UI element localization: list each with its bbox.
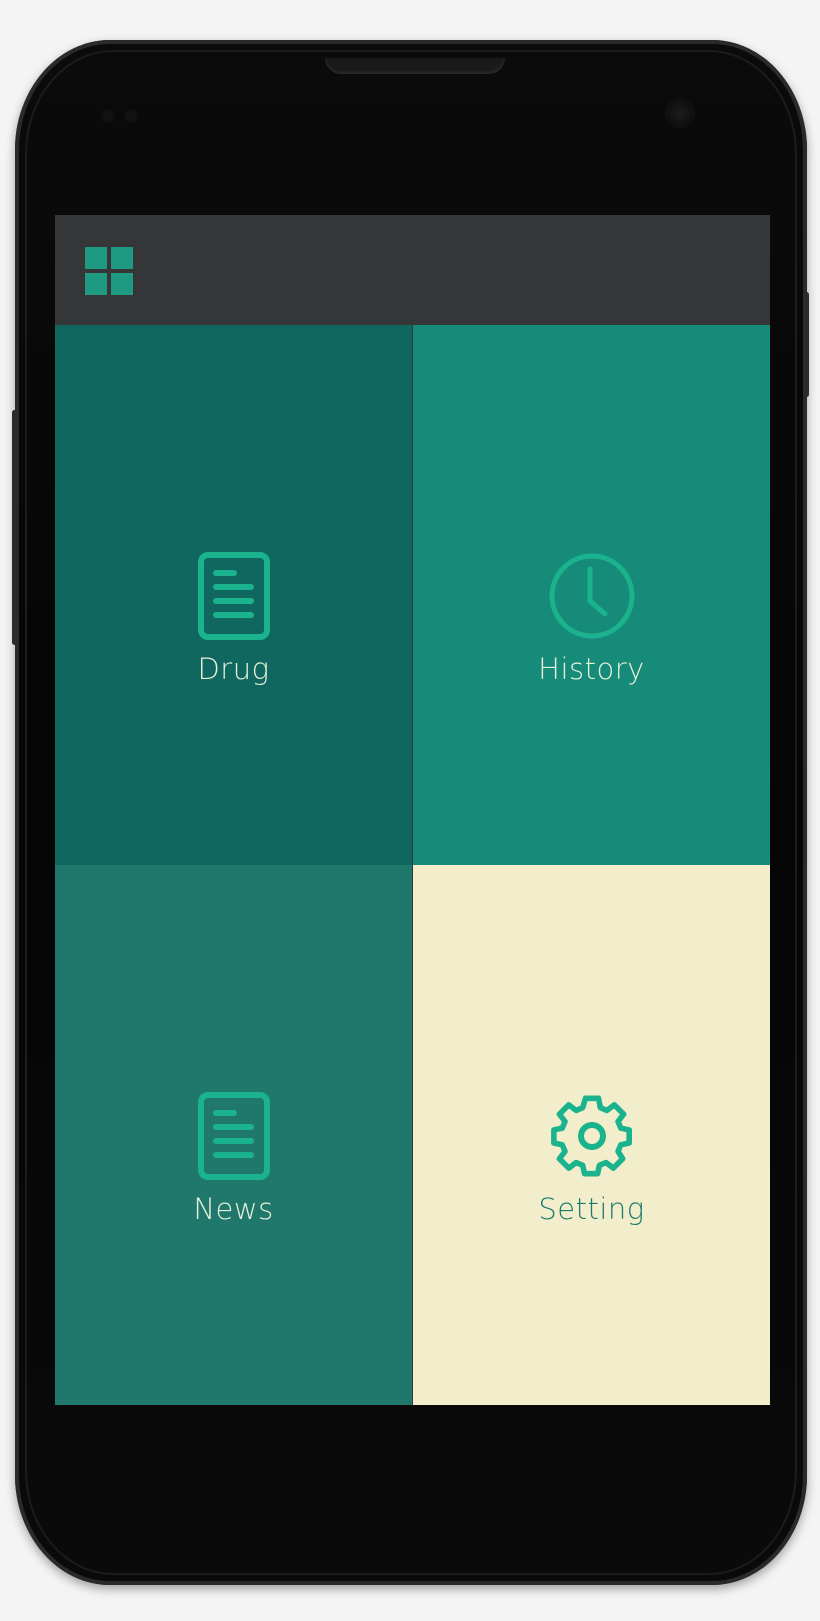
tile-history[interactable]: History <box>413 325 770 865</box>
clock-icon <box>549 553 634 639</box>
document-icon <box>197 1092 270 1180</box>
tile-setting[interactable]: Setting <box>413 865 770 1405</box>
tile-news-label: News <box>193 1192 274 1226</box>
volume-button <box>12 410 17 645</box>
gear-icon <box>550 1095 632 1177</box>
app-screen: Drug History News Setting <box>55 215 770 1405</box>
tile-drug-label: Drug <box>197 652 270 686</box>
tile-drug[interactable]: Drug <box>55 325 412 865</box>
power-button <box>804 292 809 397</box>
front-camera <box>665 98 695 128</box>
tile-history-label: History <box>538 652 645 686</box>
menu-grid: Drug History News Setting <box>55 325 770 1405</box>
tile-news[interactable]: News <box>55 865 412 1405</box>
grid-menu-icon <box>85 247 133 295</box>
proximity-sensor <box>100 108 116 124</box>
earpiece-speaker <box>325 58 505 74</box>
tile-setting-label: Setting <box>538 1192 645 1226</box>
app-bar <box>55 215 770 325</box>
light-sensor <box>123 108 139 124</box>
document-icon <box>197 552 270 640</box>
grid-menu-button[interactable] <box>85 247 133 295</box>
